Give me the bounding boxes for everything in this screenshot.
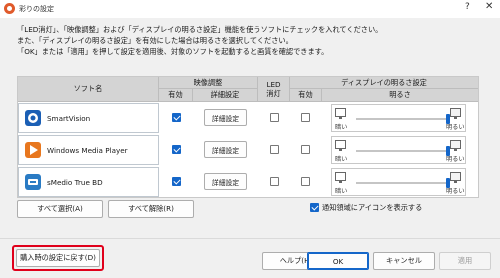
header-video: 映像調整 [159,77,258,89]
instruction-line-1: 「LED消灯」、「映像調整」および「ディスプレイの明るさ設定」機能を使うソフトに… [17,25,383,34]
instruction-line-3: 「OK」または「適用」を押して設定を適用後、対象のソフトを起動すると画質を確認で… [17,47,329,56]
footer-separator [0,238,500,239]
monitor-bright-icon [450,172,461,183]
brightness-control: 暗い 明るい [331,136,466,164]
brightness-control: 暗い 明るい [331,168,466,196]
software-name-cell: SmartVision [18,103,159,133]
bright-label: 明るい [446,156,465,163]
header-display-enabled: 有効 [290,89,322,102]
header-led: LED 消灯 [258,77,290,102]
video-enabled-checkbox[interactable] [172,145,181,154]
instruction-line-2: また、「ディスプレイの明るさ設定」を有効にした場合は明るさを選択してください。 [17,36,293,45]
window-title: 彩りの設定 [19,5,54,13]
smedio-true-bd-logo-icon [25,174,41,190]
table-row: sMedio True BD 詳細設定 暗い 明るい [18,167,478,197]
help-question-icon[interactable]: ? [465,2,470,12]
windows-media-player-logo-icon [25,142,41,158]
smartvision-logo-icon [25,110,41,126]
header-led-line2: 消灯 [266,89,281,98]
brightness-slider-track[interactable] [356,150,448,152]
video-enabled-checkbox[interactable] [172,113,181,122]
bright-label: 明るい [446,124,465,131]
table-row: SmartVision 詳細設定 暗い 明るい [18,103,478,133]
dark-label: 暗い [335,156,348,163]
deselect-all-button[interactable]: すべて解除(R) [108,200,194,218]
led-off-checkbox[interactable] [270,177,279,186]
dark-label: 暗い [335,188,348,195]
detail-settings-button[interactable]: 詳細設定 [204,109,247,126]
led-off-checkbox[interactable] [270,113,279,122]
monitor-dark-icon [335,140,346,151]
notify-icon-label: 通知領域にアイコンを表示する [322,203,423,212]
brightness-control: 暗い 明るい [331,104,466,132]
software-name-cell: Windows Media Player [18,135,159,165]
close-icon[interactable]: ✕ [485,1,493,12]
display-enabled-checkbox[interactable] [301,177,310,186]
notify-icon-checkbox[interactable] [310,203,319,212]
settings-dialog: 彩りの設定 ? ✕ 「LED消灯」、「映像調整」および「ディスプレイの明るさ設定… [0,0,500,278]
header-brightness: 明るさ [322,89,478,102]
dark-label: 暗い [335,124,348,131]
video-enabled-checkbox[interactable] [172,177,181,186]
monitor-bright-icon [450,140,461,151]
header-led-line1: LED [266,80,281,89]
monitor-bright-icon [450,108,461,119]
select-all-button[interactable]: すべて選択(A) [17,200,103,218]
software-name: sMedio True BD [47,178,103,187]
header-video-detail: 詳細設定 [193,89,258,102]
apply-button[interactable]: 適用 [439,252,491,270]
bright-label: 明るい [446,188,465,195]
brightness-slider-track[interactable] [356,118,448,120]
header-video-enabled: 有効 [159,89,193,102]
cancel-button[interactable]: キャンセル [373,252,435,270]
software-settings-table: ソフト名 映像調整 LED 消灯 ディスプレイの明るさ設定 有効 詳細設定 有効… [17,76,479,198]
header-soft-name: ソフト名 [18,77,159,102]
detail-settings-button[interactable]: 詳細設定 [204,173,247,190]
display-enabled-checkbox[interactable] [301,113,310,122]
header-display-brightness: ディスプレイの明るさ設定 [290,77,478,89]
restore-defaults-button[interactable]: 購入時の設定に戻す(D) [16,249,100,267]
led-off-checkbox[interactable] [270,145,279,154]
software-name: SmartVision [47,114,91,123]
monitor-dark-icon [335,172,346,183]
software-name-cell: sMedio True BD [18,167,159,197]
software-name: Windows Media Player [47,146,128,155]
detail-settings-button[interactable]: 詳細設定 [204,141,247,158]
table-row: Windows Media Player 詳細設定 暗い 明るい [18,135,478,165]
ok-button[interactable]: OK [307,252,369,270]
brightness-slider-track[interactable] [356,182,448,184]
title-bar: 彩りの設定 ? ✕ [0,0,500,18]
display-enabled-checkbox[interactable] [301,145,310,154]
monitor-dark-icon [335,108,346,119]
app-icon [4,3,15,14]
